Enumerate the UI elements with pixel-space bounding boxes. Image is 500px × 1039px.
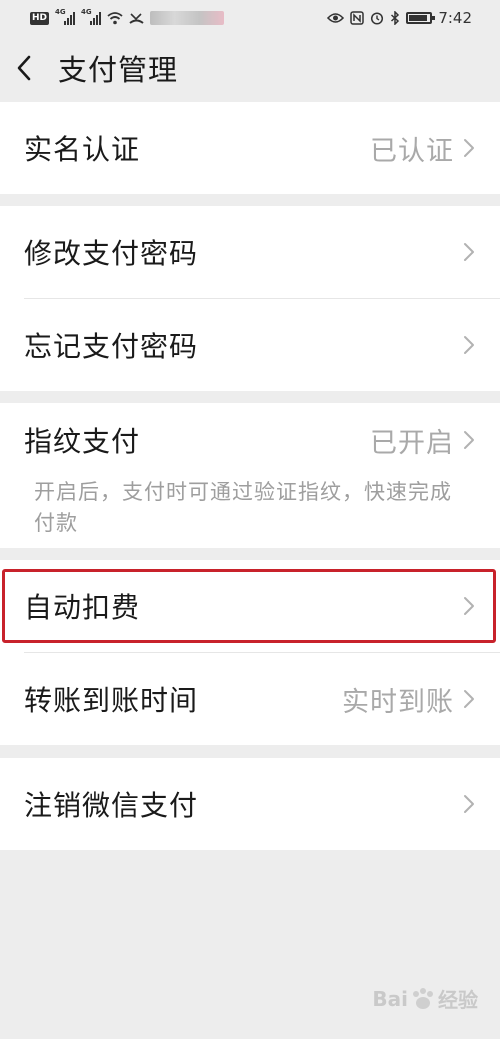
signal-icon-2: 4G — [81, 8, 102, 25]
status-left: HD 4G 4G — [30, 8, 225, 25]
chevron-right-icon — [464, 690, 474, 708]
signal-icon: 4G — [55, 8, 76, 25]
row-label: 转账到账时间 — [24, 684, 199, 717]
watermark-brand-right: 经验 — [438, 988, 478, 1012]
chevron-right-icon — [464, 243, 474, 261]
chevron-right-icon — [464, 336, 474, 354]
chevron-right-icon — [464, 139, 474, 157]
row-cancel-wechat-pay[interactable]: 注销微信支付 — [0, 758, 500, 850]
group-payments: 自动扣费 转账到账时间 实时到账 — [0, 560, 500, 745]
battery-icon — [406, 12, 436, 24]
chevron-right-icon — [464, 431, 474, 449]
paw-icon — [413, 987, 433, 1009]
row-value: 已认证 — [370, 135, 454, 167]
blurred-notifications — [150, 11, 225, 25]
alarm-icon — [371, 12, 384, 25]
nav-bar: 支付管理 — [0, 36, 500, 100]
row-auto-deduct[interactable]: 自动扣费 — [0, 560, 500, 652]
watermark-brand-left: Bai — [372, 986, 408, 1011]
wifi-icon — [107, 11, 123, 24]
network-type-label-2: 4G — [81, 8, 92, 16]
row-value: 实时到账 — [342, 686, 454, 718]
row-transfer-time[interactable]: 转账到账时间 实时到账 — [0, 653, 500, 745]
row-label: 修改支付密码 — [24, 237, 199, 270]
page-title: 支付管理 — [58, 53, 179, 87]
row-real-name[interactable]: 实名认证 已认证 — [0, 102, 500, 194]
row-label: 指纹支付 — [24, 425, 141, 458]
nfc-icon — [350, 11, 365, 25]
chevron-left-icon — [17, 55, 31, 81]
fingerprint-description: 开启后，支付时可通过验证指纹，快速完成付款 — [34, 480, 452, 535]
eye-icon — [327, 13, 345, 23]
chevron-right-icon — [464, 795, 474, 813]
status-bar: HD 4G 4G 7:42 — [0, 0, 500, 36]
chevron-right-icon — [464, 597, 474, 615]
row-label: 注销微信支付 — [24, 789, 199, 822]
network-type-label: 4G — [55, 8, 66, 16]
group-cancel: 注销微信支付 — [0, 758, 500, 850]
missed-call-icon — [129, 12, 144, 24]
row-fingerprint-pay[interactable]: 指纹支付 已开启 — [0, 403, 500, 477]
back-button[interactable] — [16, 53, 42, 83]
bluetooth-icon — [391, 11, 400, 25]
group-password: 修改支付密码 忘记支付密码 — [0, 206, 500, 391]
row-forgot-password[interactable]: 忘记支付密码 — [0, 299, 500, 391]
hd-badge: HD — [30, 11, 50, 25]
group-verification: 实名认证 已认证 — [0, 102, 500, 194]
status-right: 7:42 — [327, 9, 472, 27]
watermark: Bai 经验 — [372, 984, 478, 1013]
row-value: 已开启 — [370, 427, 454, 459]
row-label: 忘记支付密码 — [24, 330, 199, 363]
row-label: 实名认证 — [24, 133, 141, 166]
row-change-password[interactable]: 修改支付密码 — [0, 206, 500, 298]
group-fingerprint: 指纹支付 已开启 开启后，支付时可通过验证指纹，快速完成付款 — [0, 403, 500, 548]
clock: 7:42 — [438, 9, 472, 27]
row-label: 自动扣费 — [24, 591, 141, 624]
